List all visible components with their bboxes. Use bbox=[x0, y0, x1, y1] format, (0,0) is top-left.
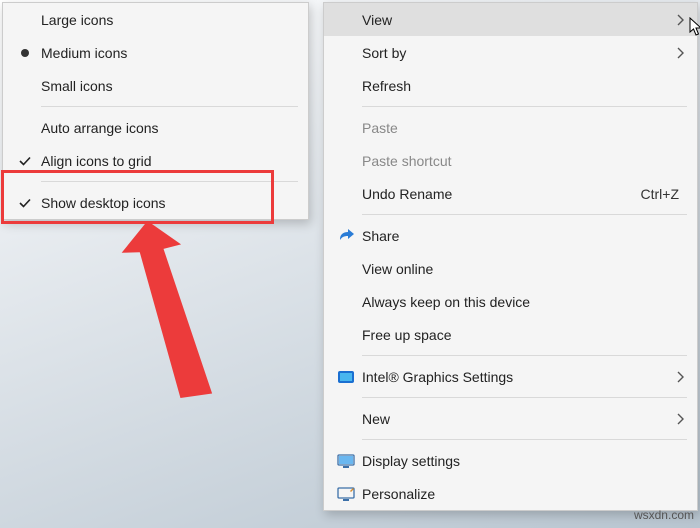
menu-label: View bbox=[362, 12, 673, 28]
menu-label: Sort by bbox=[362, 45, 673, 61]
menu-label: Free up space bbox=[362, 327, 689, 343]
menu-label: Paste bbox=[362, 120, 689, 136]
submenu-item-small-icons[interactable]: Small icons bbox=[3, 69, 308, 102]
menu-item-intel-graphics[interactable]: Intel® Graphics Settings bbox=[324, 360, 697, 393]
chevron-right-icon bbox=[673, 371, 689, 383]
menu-item-undo-rename[interactable]: Undo Rename Ctrl+Z bbox=[324, 177, 697, 210]
menu-label: Show desktop icons bbox=[41, 195, 300, 211]
view-submenu: Large icons Medium icons Small icons Aut… bbox=[2, 2, 309, 220]
desktop-context-menu: View Sort by Refresh Paste Paste shortcu… bbox=[323, 2, 698, 511]
menu-item-free-up-space[interactable]: Free up space bbox=[324, 318, 697, 351]
menu-item-new[interactable]: New bbox=[324, 402, 697, 435]
menu-item-view-online[interactable]: View online bbox=[324, 252, 697, 285]
menu-item-view[interactable]: View bbox=[324, 3, 697, 36]
menu-label: Always keep on this device bbox=[362, 294, 689, 310]
check-indicator-checked bbox=[9, 196, 41, 210]
menu-label: Display settings bbox=[362, 453, 689, 469]
menu-label: Undo Rename bbox=[362, 186, 641, 202]
menu-divider bbox=[362, 439, 687, 440]
menu-label: Paste shortcut bbox=[362, 153, 689, 169]
menu-label: Intel® Graphics Settings bbox=[362, 369, 673, 385]
menu-divider bbox=[362, 214, 687, 215]
intel-icon bbox=[330, 367, 362, 387]
menu-divider bbox=[362, 355, 687, 356]
menu-item-always-keep[interactable]: Always keep on this device bbox=[324, 285, 697, 318]
menu-label: New bbox=[362, 411, 673, 427]
menu-divider bbox=[41, 106, 298, 107]
shortcut-label: Ctrl+Z bbox=[641, 186, 690, 202]
menu-label: Auto arrange icons bbox=[41, 120, 300, 136]
check-indicator-checked bbox=[9, 154, 41, 168]
menu-divider bbox=[362, 106, 687, 107]
radio-indicator-selected bbox=[9, 49, 41, 57]
menu-label: Large icons bbox=[41, 12, 300, 28]
menu-label: Personalize bbox=[362, 486, 689, 502]
menu-label: View online bbox=[362, 261, 689, 277]
submenu-item-large-icons[interactable]: Large icons bbox=[3, 3, 308, 36]
menu-divider bbox=[41, 181, 298, 182]
chevron-right-icon bbox=[673, 47, 689, 59]
menu-label: Align icons to grid bbox=[41, 153, 300, 169]
display-icon bbox=[330, 451, 362, 471]
menu-item-sort-by[interactable]: Sort by bbox=[324, 36, 697, 69]
menu-label: Medium icons bbox=[41, 45, 300, 61]
menu-label: Small icons bbox=[41, 78, 300, 94]
annotation-arrow bbox=[60, 200, 220, 420]
menu-item-paste: Paste bbox=[324, 111, 697, 144]
menu-item-display-settings[interactable]: Display settings bbox=[324, 444, 697, 477]
submenu-item-align-to-grid[interactable]: Align icons to grid bbox=[3, 144, 308, 177]
watermark: wsxdn.com bbox=[634, 508, 694, 522]
submenu-item-auto-arrange[interactable]: Auto arrange icons bbox=[3, 111, 308, 144]
personalize-icon bbox=[330, 484, 362, 504]
menu-item-paste-shortcut: Paste shortcut bbox=[324, 144, 697, 177]
submenu-item-medium-icons[interactable]: Medium icons bbox=[3, 36, 308, 69]
menu-item-personalize[interactable]: Personalize bbox=[324, 477, 697, 510]
menu-divider bbox=[362, 397, 687, 398]
menu-label: Refresh bbox=[362, 78, 689, 94]
chevron-right-icon bbox=[673, 14, 689, 26]
submenu-item-show-desktop-icons[interactable]: Show desktop icons bbox=[3, 186, 308, 219]
menu-item-share[interactable]: Share bbox=[324, 219, 697, 252]
menu-label: Share bbox=[362, 228, 689, 244]
menu-item-refresh[interactable]: Refresh bbox=[324, 69, 697, 102]
share-icon bbox=[330, 226, 362, 246]
chevron-right-icon bbox=[673, 413, 689, 425]
